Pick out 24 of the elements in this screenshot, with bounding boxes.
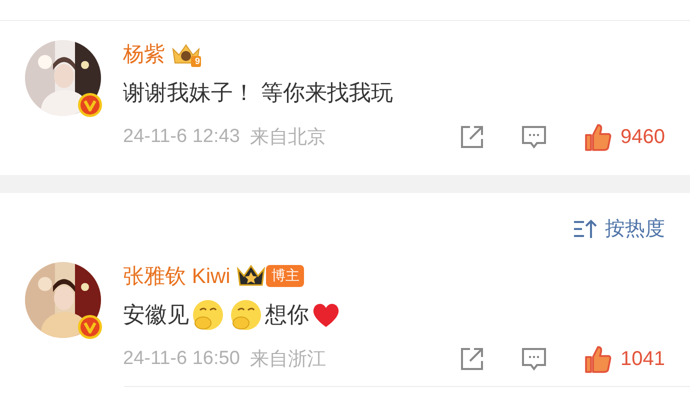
comment-text: 谢谢我妹子！ 等你来找我玩 (123, 79, 394, 107)
user-name[interactable]: 张雅钦 Kiwi (123, 262, 230, 290)
comment-text: 想你 (265, 301, 309, 329)
sort-icon (573, 218, 597, 240)
comment-icon[interactable] (520, 124, 546, 150)
comment-time: 24-11-6 12:43 (123, 126, 240, 148)
share-icon[interactable] (458, 346, 484, 372)
thumbs-up-icon[interactable] (582, 344, 612, 374)
heart-icon (311, 301, 341, 329)
share-icon[interactable] (458, 124, 484, 150)
emoji-icon (230, 299, 262, 331)
comment-text: 安徽见 (123, 301, 189, 329)
comment-icon[interactable] (520, 346, 546, 372)
like-count: 1041 (620, 348, 665, 370)
comment-location: 来自浙江 (250, 348, 326, 372)
comment-time: 24-11-6 16:50 (123, 348, 240, 370)
comment-location: 来自北京 (250, 126, 326, 150)
emoji-icon (192, 299, 224, 331)
crown-icon (236, 263, 266, 289)
sort-button[interactable]: 按热度 (573, 215, 665, 242)
user-name[interactable]: 杨紫 (123, 40, 165, 68)
like-count: 9460 (620, 126, 665, 148)
blogger-tag: 博主 (266, 265, 304, 287)
thumbs-up-icon[interactable] (582, 122, 612, 152)
